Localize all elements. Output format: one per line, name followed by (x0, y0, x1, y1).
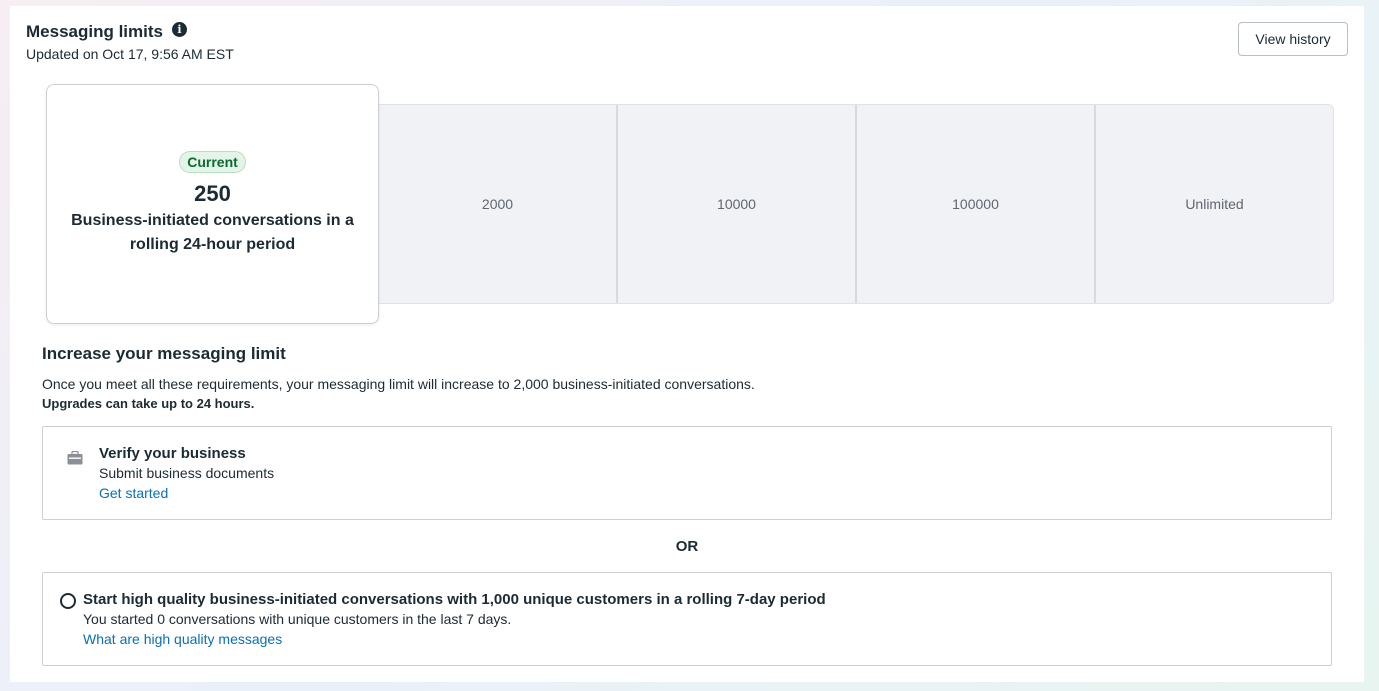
current-tier-card: Current 250 Business-initiated conversat… (46, 84, 379, 324)
verify-business-subtitle: Submit business documents (99, 465, 275, 481)
info-icon[interactable]: i (171, 21, 187, 37)
upgrade-time-note: Upgrades can take up to 24 hours. (42, 396, 255, 411)
high-quality-messages-link[interactable]: What are high quality messages (83, 631, 282, 647)
page-title: Messaging limits (26, 22, 163, 41)
increase-limit-description: Once you meet all these requirements, yo… (42, 376, 755, 392)
messaging-limits-panel: Messaging limits i Updated on Oct 17, 9:… (10, 6, 1364, 682)
tier-10000: 10000 (618, 105, 857, 303)
current-badge: Current (179, 151, 246, 173)
tier-2000: 2000 (379, 105, 618, 303)
view-history-button[interactable]: View history (1238, 22, 1348, 56)
quality-conversations-title: Start high quality business-initiated co… (83, 591, 826, 608)
tier-unlimited: Unlimited (1185, 196, 1244, 212)
verify-business-card: Verify your business Submit business doc… (42, 426, 1332, 520)
current-limit-value: 250 (194, 181, 231, 206)
quality-conversations-card: Start high quality business-initiated co… (42, 572, 1332, 666)
title-row: Messaging limits i (26, 21, 187, 42)
tier-100000: 100000 (857, 105, 1096, 303)
current-limit-description: Business-initiated conversations in a ro… (71, 212, 354, 253)
briefcase-icon (67, 450, 83, 465)
updated-timestamp: Updated on Oct 17, 9:56 AM EST (26, 46, 234, 62)
verify-business-title: Verify your business (99, 445, 246, 462)
get-started-link[interactable]: Get started (99, 485, 168, 501)
quality-conversations-subtitle: You started 0 conversations with unique … (83, 611, 512, 627)
radio-circle-icon[interactable] (60, 593, 76, 609)
increase-limit-heading: Increase your messaging limit (42, 344, 286, 363)
or-divider: OR (675, 538, 699, 555)
